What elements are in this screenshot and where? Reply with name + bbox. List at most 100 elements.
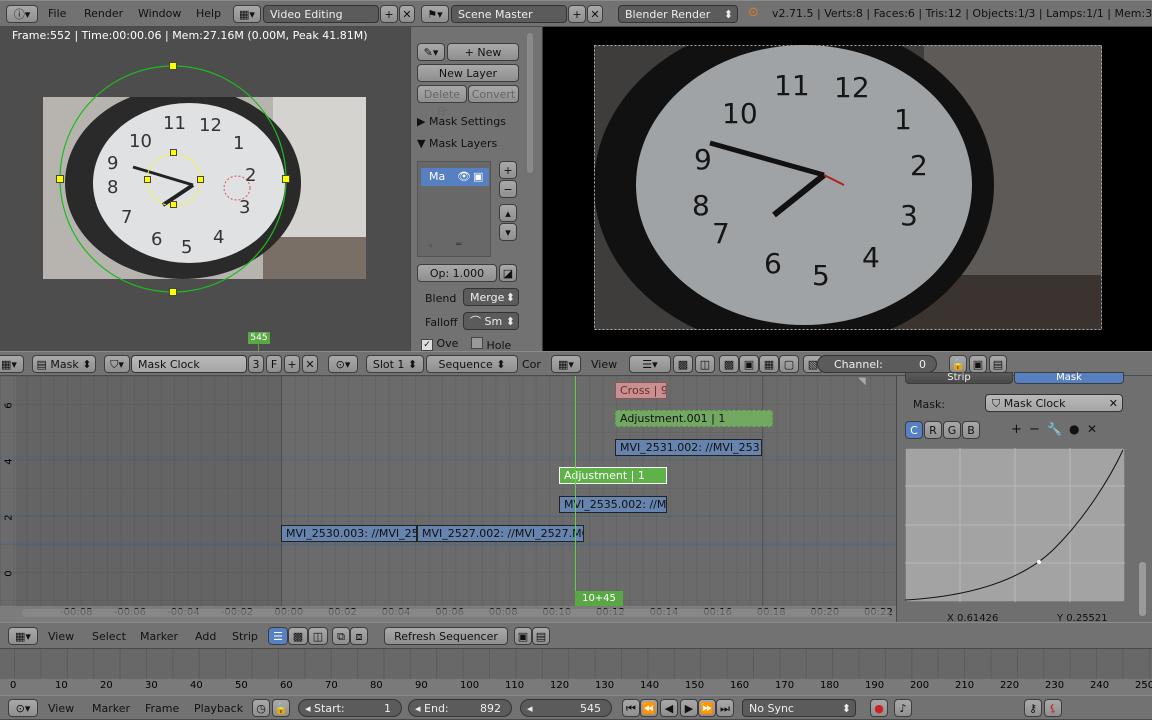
seq-menu-strip[interactable]: Strip	[232, 630, 258, 643]
new-layer-button[interactable]: New Layer	[417, 64, 519, 82]
zoom-out-icon[interactable]: −	[1029, 422, 1040, 437]
clip-editor-area[interactable]: Frame:552 | Time:00:00.06 | Mem:27.16M (…	[0, 27, 410, 351]
mask-handle-top[interactable]	[169, 62, 177, 70]
timeline-editor-type-button[interactable]: ⊙▾	[8, 699, 38, 717]
visibility-eye-icon[interactable]: 👁	[457, 168, 471, 186]
sync-mode-select[interactable]: No Sync ⬍	[742, 699, 856, 717]
tab-strip[interactable]: Strip	[905, 372, 1013, 384]
tl-menu-marker[interactable]: Marker	[92, 702, 130, 715]
render-anim-icon[interactable]: ▤	[989, 355, 1007, 373]
mask-edit-icon-button[interactable]: ✎▾	[417, 43, 445, 61]
add-layer-icon[interactable]: +	[499, 161, 517, 179]
play-reverse-icon[interactable]: ◀	[660, 699, 678, 717]
current-frame-marker[interactable]: 10+45	[575, 591, 623, 606]
curve-widget[interactable]	[905, 448, 1125, 602]
layout-icon-button[interactable]: ▦▾	[233, 5, 261, 23]
start-frame-field[interactable]: ◂ Start: 1	[298, 699, 402, 717]
curve-channel-c[interactable]: C	[905, 421, 923, 439]
seq-menu-select[interactable]: Select	[92, 630, 126, 643]
zoom-in-icon[interactable]: +	[1011, 422, 1022, 437]
mask-inner-handle-left[interactable]	[144, 176, 151, 183]
mask-name-field[interactable]: Mask Clock	[131, 355, 247, 373]
strip-mvi-2531[interactable]: MVI_2531.002: //MVI_2531.	[615, 439, 762, 456]
mask-inner-handle-right[interactable]	[197, 176, 204, 183]
move-layer-up-icon[interactable]: ▴	[499, 204, 517, 222]
mask-handle-right[interactable]	[282, 175, 290, 183]
tl-menu-view[interactable]: View	[48, 702, 74, 715]
new-mask-button[interactable]: + New	[447, 43, 519, 61]
menu-help[interactable]: Help	[196, 7, 221, 20]
sequencer-mode-icon[interactable]: ☰	[268, 627, 288, 645]
delete-keyframe-icon[interactable]: ⚸	[1044, 699, 1062, 717]
info-editor-type-button[interactable]: ⓘ▾	[6, 5, 38, 23]
curve-tools-wrench-icon[interactable]: 🔧	[1047, 422, 1062, 436]
strip-cross[interactable]: Cross | 9	[615, 382, 667, 399]
seq-menu-add[interactable]: Add	[195, 630, 216, 643]
unlink-mask-icon[interactable]: ✕	[302, 355, 318, 373]
strip-adjustment-001[interactable]: Adjustment.001 | 1	[615, 410, 773, 427]
horizontal-scrollbar[interactable]	[22, 609, 890, 617]
jump-keyframe-back-icon[interactable]: ⏪	[640, 699, 658, 717]
menu-render[interactable]: Render	[84, 7, 123, 20]
pivot-icon-button[interactable]: ⊙▾	[328, 355, 358, 373]
remove-scene-icon[interactable]: ✕	[587, 5, 603, 23]
show-overlay-icon[interactable]: ▦	[759, 355, 779, 373]
properties-scrollbar[interactable]	[1139, 562, 1146, 616]
channel-field[interactable]: Channel: 0	[817, 355, 937, 373]
jump-keyframe-forward-icon[interactable]: ⏩	[698, 699, 716, 717]
view-mode-select[interactable]: Sequence ⬍	[426, 355, 518, 373]
jump-start-icon[interactable]: ⏮	[622, 699, 640, 717]
hole-checkbox[interactable]: Hole	[471, 337, 511, 352]
menu-window[interactable]: Window	[138, 7, 181, 20]
reset-curve-icon[interactable]: ✕	[1087, 422, 1097, 436]
add-layout-icon[interactable]: +	[380, 5, 398, 23]
refresh-sequencer-button[interactable]: Refresh Sequencer	[384, 627, 508, 645]
convert-button[interactable]: Convert	[468, 85, 519, 103]
mask-settings-header[interactable]: ▶ Mask Settings	[417, 115, 521, 128]
mask-layers-header[interactable]: ▼ Mask Layers	[417, 137, 521, 150]
move-layer-down-icon[interactable]: ▾	[499, 223, 517, 241]
sequencer-view-type-icon[interactable]: ☰▾	[629, 355, 671, 373]
play-icon[interactable]: ▶	[680, 699, 698, 717]
invert-layer-icon[interactable]: ◪	[499, 264, 517, 282]
curve-clip-dot-icon[interactable]: ●	[1069, 422, 1079, 436]
mask-layer-list[interactable]: Ma 👁 ▣ ◦ ═	[417, 161, 491, 257]
menu-file[interactable]: File	[48, 7, 66, 20]
seq-menu-view[interactable]: View	[48, 630, 74, 643]
curve-channel-r[interactable]: R	[924, 421, 942, 439]
fake-user-button[interactable]: F	[266, 355, 282, 373]
render-camera-icon[interactable]: ▣	[473, 168, 483, 186]
clip-mode-select[interactable]: ▤ Mask ⬍	[32, 355, 96, 373]
insert-keyframe-icon[interactable]: ⚷	[1024, 699, 1042, 717]
sequencer-preview-area[interactable]: 10 11 12 123 456 789	[543, 27, 1152, 351]
timeline-area[interactable]: 0 10 20 30 40 50 60 70 80 90 100 110 120 130 140 150 160…	[0, 649, 1152, 695]
preview-view-menu[interactable]: View	[591, 358, 617, 371]
keying-set-icon[interactable]: ♪	[894, 699, 912, 717]
curve-channel-b[interactable]: B	[962, 421, 980, 439]
scene-name-field[interactable]: Scene Master	[451, 5, 567, 23]
seq-render-anim-icon[interactable]: ▤	[532, 627, 550, 645]
strip-mvi-2527[interactable]: MVI_2527.002: //MVI_2527.MO	[417, 525, 584, 542]
modifier-mask-field[interactable]: ⛉ Mask Clock ✕	[985, 394, 1123, 412]
panel-scrollbar[interactable]	[527, 33, 533, 173]
seq-render-still-icon[interactable]: ▣	[514, 627, 532, 645]
render-still-icon[interactable]: ▣	[969, 355, 987, 373]
lock-icon[interactable]: 🔒	[949, 355, 967, 373]
delete-frame-button[interactable]: Delete Fr	[417, 85, 467, 118]
list-drag-handle-icon[interactable]: ═	[456, 240, 461, 250]
mask-handle-left[interactable]	[56, 175, 64, 183]
mask-inner-handle-top[interactable]	[170, 149, 177, 156]
jump-end-icon[interactable]: ⏭	[716, 699, 734, 717]
add-scene-icon[interactable]: +	[568, 5, 586, 23]
clip-editor-type-button[interactable]: ▦▾	[0, 355, 24, 373]
clip-header-overflow[interactable]: Cor	[522, 358, 541, 371]
seq-preview-mode-icon[interactable]: ◫	[308, 627, 328, 645]
mask-datablock-icon[interactable]: ⛉▾	[104, 355, 130, 373]
end-frame-field[interactable]: ◂ End: 892	[408, 699, 512, 717]
mask-handle-bottom[interactable]	[169, 288, 177, 296]
sequencer-corner-widget-icon[interactable]: ◥	[858, 376, 866, 387]
current-frame-field[interactable]: ◂ 545	[520, 699, 612, 717]
mask-users-count[interactable]: 3	[248, 355, 264, 373]
sequencer-editor-type-button[interactable]: ▦▾	[8, 627, 38, 645]
scene-icon-button[interactable]: ⚑▾	[421, 5, 449, 23]
